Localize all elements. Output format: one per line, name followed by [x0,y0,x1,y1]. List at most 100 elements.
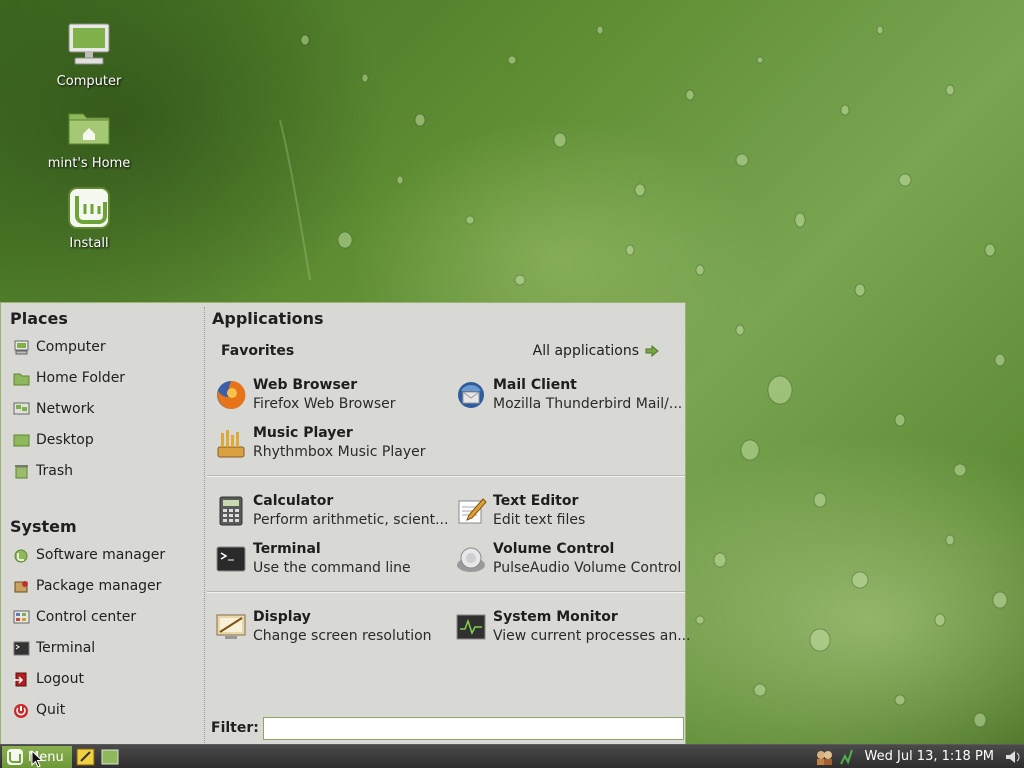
terminal-icon [215,543,247,575]
filter-input[interactable] [263,717,684,740]
volume-tray-icon[interactable] [1004,748,1022,766]
places-item-desktop[interactable]: Desktop [13,429,94,451]
home-folder-icon [13,371,30,386]
app-music-player[interactable]: Music Player Rhythmbox Music Player [215,423,426,463]
filter-label: Filter: [211,720,259,736]
places-item-label: Trash [36,463,73,479]
applications-title: Applications [212,309,324,328]
firefox-icon [215,379,247,411]
start-menu: Places Computer Home Folder Network Desk… [0,302,691,744]
app-description: Use the command line [253,560,411,576]
desktop-home-folder[interactable]: mint's Home [39,104,139,171]
text-editor-icon [455,495,487,527]
system-item-software-manager[interactable]: Software manager [13,544,165,566]
thunderbird-icon [455,379,487,411]
text-editor-icon [76,748,95,766]
show-desktop-launcher[interactable] [100,747,120,767]
system-item-label: Software manager [36,547,166,563]
separator [207,475,685,477]
system-item-control-center[interactable]: Control center [13,606,136,628]
user-tray-icon[interactable] [815,748,833,766]
bottom-panel: Menu Wed Jul 13, 1:18 PM [0,744,1024,768]
app-name: Terminal [253,541,321,557]
calculator-icon [215,495,247,527]
software-manager-icon [13,548,30,563]
computer-icon [13,340,30,355]
places-item-label: Desktop [36,432,94,448]
system-item-label: Package manager [36,578,162,594]
all-applications-label: All applications [532,343,639,359]
app-name: Music Player [253,425,353,441]
desktop-install[interactable]: Install [39,184,139,251]
app-mail-client[interactable]: Mail Client Mozilla Thunderbird Mail/... [455,375,682,415]
home-folder-icon [65,104,113,152]
network-tray-icon[interactable] [838,748,856,766]
volume-control-icon [455,543,487,575]
app-text-editor[interactable]: Text Editor Edit text files [455,491,585,531]
desktop-icon-label: mint's Home [47,156,131,171]
app-name: Calculator [253,493,334,509]
system-title: System [10,517,77,536]
mint-install-icon [65,184,113,232]
display-icon [215,611,247,643]
applications-pane: Applications Favorites All applications … [205,303,691,743]
network-icon [13,402,30,417]
favorites-title: Favorites [221,343,295,359]
system-item-label: Control center [36,609,137,625]
computer-icon [65,22,113,70]
places-item-label: Computer [36,339,106,355]
app-display[interactable]: Display Change screen resolution [215,607,432,647]
trash-icon [13,464,30,479]
places-item-home-folder[interactable]: Home Folder [13,367,125,389]
desktop-icon-label: Install [69,236,109,251]
app-name: System Monitor [493,609,618,625]
system-item-terminal[interactable]: Terminal [13,637,95,659]
logout-icon [13,672,30,687]
app-description: PulseAudio Volume Control [493,560,682,576]
places-item-trash[interactable]: Trash [13,460,73,482]
app-web-browser[interactable]: Web Browser Firefox Web Browser [215,375,396,415]
app-system-monitor[interactable]: System Monitor View current processes an.… [455,607,691,647]
all-applications-button[interactable]: All applications [533,343,659,359]
separator [207,591,685,593]
app-description: View current processes an... [493,628,691,644]
places-item-computer[interactable]: Computer [13,336,106,358]
desktop-computer[interactable]: Computer [39,22,139,89]
mint-logo-icon [6,748,24,766]
app-calculator[interactable]: Calculator Perform arithmetic, scient... [215,491,448,531]
menu-sidebar: Places Computer Home Folder Network Desk… [1,303,205,743]
control-center-icon [13,610,30,625]
app-description: Rhythmbox Music Player [253,444,426,460]
app-description: Firefox Web Browser [253,396,396,412]
desktop-icon [13,433,30,448]
app-name: Volume Control [493,541,615,557]
app-volume-control[interactable]: Volume Control PulseAudio Volume Control [455,539,681,579]
system-monitor-icon [455,611,487,643]
system-item-label: Terminal [36,640,96,656]
panel-clock[interactable]: Wed Jul 13, 1:18 PM [865,749,994,764]
app-description: Mozilla Thunderbird Mail/... [493,396,683,412]
places-item-network[interactable]: Network [13,398,94,420]
mouse-cursor-icon [31,750,44,768]
places-title: Places [10,309,68,328]
app-description: Change screen resolution [253,628,432,644]
package-manager-icon [13,579,30,594]
terminal-icon [13,641,30,656]
system-item-package-manager[interactable]: Package manager [13,575,161,597]
arrow-right-icon [645,344,659,358]
app-description: Perform arithmetic, scient... [253,512,449,528]
places-item-label: Network [36,401,95,417]
show-desktop-icon [101,749,119,765]
app-name: Text Editor [493,493,579,509]
rhythmbox-icon [215,427,247,459]
desktop-icon-label: Computer [56,74,122,89]
app-terminal[interactable]: Terminal Use the command line [215,539,411,579]
app-description: Edit text files [493,512,586,528]
text-editor-launcher[interactable] [76,747,96,767]
system-item-logout[interactable]: Logout [13,668,84,690]
system-item-label: Quit [36,702,66,718]
quit-icon [13,703,30,718]
app-name: Display [253,609,311,625]
system-item-quit[interactable]: Quit [13,699,65,721]
places-item-label: Home Folder [36,370,126,386]
